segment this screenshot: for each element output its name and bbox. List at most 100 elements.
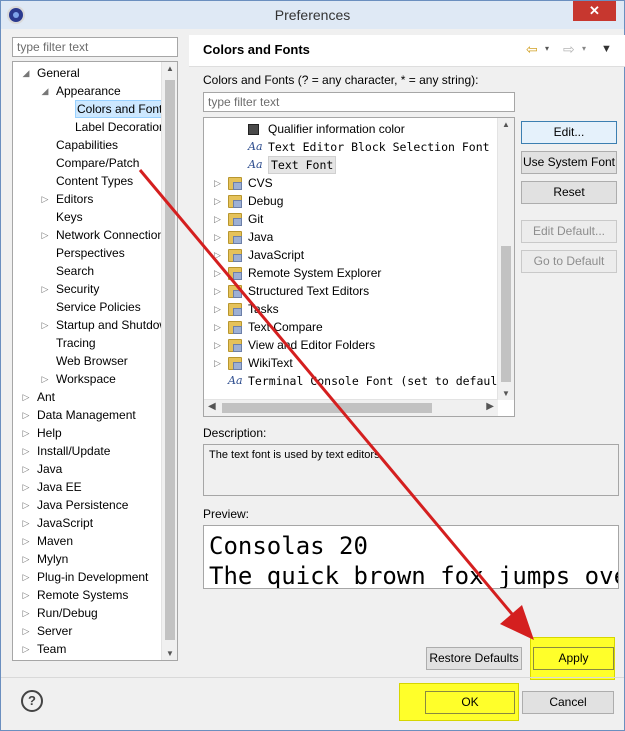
category-row[interactable]: ▷ Java — [204, 228, 498, 246]
tree-item[interactable]: ▷ Security — [13, 280, 161, 298]
tree-item[interactable]: ▷ Editors — [13, 190, 161, 208]
category-row[interactable]: ▷ Structured Text Editors — [204, 282, 498, 300]
restore-defaults-button[interactable]: Restore Defaults — [426, 647, 522, 670]
collapsed-arrow-icon[interactable]: ▷ — [40, 316, 50, 334]
scroll-left-icon[interactable]: ◀ — [208, 401, 216, 412]
edit-default-button[interactable]: Edit Default... — [521, 220, 617, 243]
left-filter-input[interactable]: type filter text — [12, 37, 178, 57]
tree-item[interactable]: ▷ Server — [13, 622, 161, 640]
category-row[interactable]: ▷ JavaScript — [204, 246, 498, 264]
apply-button[interactable]: Apply — [533, 647, 614, 670]
help-icon[interactable]: ? — [21, 690, 43, 712]
tree-item[interactable]: Content Types — [13, 172, 161, 190]
collapsed-arrow-icon[interactable]: ▷ — [214, 192, 221, 210]
tree-item[interactable]: ▷ Mylyn — [13, 550, 161, 568]
tree-item[interactable]: ◢ General — [13, 64, 161, 82]
tree-item[interactable]: Search — [13, 262, 161, 280]
tree-item[interactable]: ▷ Startup and Shutdown — [13, 316, 175, 334]
tree-item[interactable]: ▷ Remote Systems — [13, 586, 161, 604]
tree-item[interactable]: Colors and Fonts — [13, 100, 171, 118]
font-color-row[interactable]: Aa Terminal Console Font (set to default:… — [204, 372, 514, 390]
tree-item[interactable]: Label Decorations — [13, 118, 172, 136]
tree-item[interactable]: ▷ Network Connections — [13, 226, 171, 244]
collapsed-arrow-icon[interactable]: ▷ — [21, 478, 31, 496]
tree-item[interactable]: Service Policies — [13, 298, 161, 316]
collapsed-arrow-icon[interactable]: ▷ — [21, 424, 31, 442]
font-tree-hscroll[interactable]: ◀ ▶ — [204, 399, 498, 416]
close-button[interactable]: ✕ — [573, 1, 616, 21]
tree-item[interactable]: ▷ Run/Debug — [13, 604, 161, 622]
back-arrow-icon[interactable]: ⇦ — [526, 41, 538, 58]
scroll-down-icon[interactable]: ▼ — [502, 389, 510, 398]
collapsed-arrow-icon[interactable]: ▷ — [214, 354, 221, 372]
tree-item[interactable]: ▷ Java — [13, 460, 161, 478]
tree-item[interactable]: Compare/Patch — [13, 154, 161, 172]
back-menu-icon[interactable]: ▾ — [545, 44, 549, 53]
category-row[interactable]: ▷ Tasks — [204, 300, 498, 318]
tree-item[interactable]: ▷ Team — [13, 640, 161, 658]
collapsed-arrow-icon[interactable]: ▷ — [40, 226, 50, 244]
collapsed-arrow-icon[interactable]: ▷ — [21, 550, 31, 568]
font-color-row[interactable]: Qualifier information color — [204, 120, 498, 138]
tree-item[interactable]: ▷ Ant — [13, 388, 161, 406]
font-tree-vscroll-thumb[interactable] — [501, 246, 511, 382]
collapsed-arrow-icon[interactable]: ▷ — [214, 210, 221, 228]
left-scrollbar-thumb[interactable] — [165, 80, 175, 640]
collapsed-arrow-icon[interactable]: ▷ — [214, 174, 221, 192]
scroll-down-icon[interactable]: ▼ — [166, 649, 174, 658]
tree-item[interactable]: Keys — [13, 208, 161, 226]
go-to-default-button[interactable]: Go to Default — [521, 250, 617, 273]
scroll-right-icon[interactable]: ▶ — [486, 401, 494, 412]
tree-item[interactable]: ▷ Java Persistence — [13, 496, 161, 514]
font-tree-hscroll-thumb[interactable] — [222, 403, 432, 413]
tree-item[interactable]: ◢ Appearance — [13, 82, 161, 100]
collapsed-arrow-icon[interactable]: ▷ — [214, 246, 221, 264]
reset-button[interactable]: Reset — [521, 181, 617, 204]
collapsed-arrow-icon[interactable]: ▷ — [214, 300, 221, 318]
ok-button[interactable]: OK — [425, 691, 515, 714]
collapsed-arrow-icon[interactable]: ▷ — [21, 388, 31, 406]
use-system-font-button[interactable]: Use System Font — [521, 151, 617, 174]
tree-item[interactable]: ▷ Help — [13, 424, 161, 442]
tree-item[interactable]: ▷ Plug-in Development — [13, 568, 161, 586]
category-row[interactable]: ▷ View and Editor Folders — [204, 336, 498, 354]
cancel-button[interactable]: Cancel — [522, 691, 614, 714]
expanded-arrow-icon[interactable]: ◢ — [40, 82, 50, 100]
collapsed-arrow-icon[interactable]: ▷ — [21, 496, 31, 514]
edit-button[interactable]: Edit... — [521, 121, 617, 144]
collapsed-arrow-icon[interactable]: ▷ — [21, 442, 31, 460]
category-row[interactable]: ▷ Debug — [204, 192, 498, 210]
tree-item[interactable]: ▷ Maven — [13, 532, 161, 550]
category-row[interactable]: ▷ Git — [204, 210, 498, 228]
collapsed-arrow-icon[interactable]: ▷ — [214, 264, 221, 282]
tree-item[interactable]: ▷ JavaScript — [13, 514, 161, 532]
collapsed-arrow-icon[interactable]: ▷ — [21, 532, 31, 550]
view-menu-icon[interactable]: ▼ — [601, 43, 612, 55]
colors-fonts-filter-input[interactable]: type filter text — [203, 92, 515, 112]
tree-item[interactable]: Capabilities — [13, 136, 161, 154]
tree-item[interactable]: Tracing — [13, 334, 161, 352]
category-row[interactable]: ▷ WikiText — [204, 354, 498, 372]
tree-item[interactable]: ▷ Install/Update — [13, 442, 161, 460]
tree-item[interactable]: Web Browser — [13, 352, 161, 370]
font-color-row[interactable]: Aa Text Editor Block Selection Font — [204, 138, 498, 156]
left-scrollbar[interactable]: ▲ ▼ — [161, 62, 177, 660]
collapsed-arrow-icon[interactable]: ▷ — [214, 318, 221, 336]
collapsed-arrow-icon[interactable]: ▷ — [214, 228, 221, 246]
collapsed-arrow-icon[interactable]: ▷ — [21, 460, 31, 478]
collapsed-arrow-icon[interactable]: ▷ — [21, 406, 31, 424]
font-color-row[interactable]: Aa Text Font — [204, 156, 498, 174]
category-row[interactable]: ▷ CVS — [204, 174, 498, 192]
collapsed-arrow-icon[interactable]: ▷ — [21, 622, 31, 640]
collapsed-arrow-icon[interactable]: ▷ — [21, 604, 31, 622]
font-tree-vscroll[interactable]: ▲ ▼ — [497, 118, 514, 400]
category-row[interactable]: ▷ Remote System Explorer — [204, 264, 498, 282]
collapsed-arrow-icon[interactable]: ▷ — [214, 336, 221, 354]
category-row[interactable]: ▷ Text Compare — [204, 318, 498, 336]
tree-item[interactable]: ▷ Java EE — [13, 478, 161, 496]
collapsed-arrow-icon[interactable]: ▷ — [21, 586, 31, 604]
collapsed-arrow-icon[interactable]: ▷ — [40, 190, 50, 208]
collapsed-arrow-icon[interactable]: ▷ — [21, 568, 31, 586]
collapsed-arrow-icon[interactable]: ▷ — [40, 280, 50, 298]
collapsed-arrow-icon[interactable]: ▷ — [21, 640, 31, 658]
